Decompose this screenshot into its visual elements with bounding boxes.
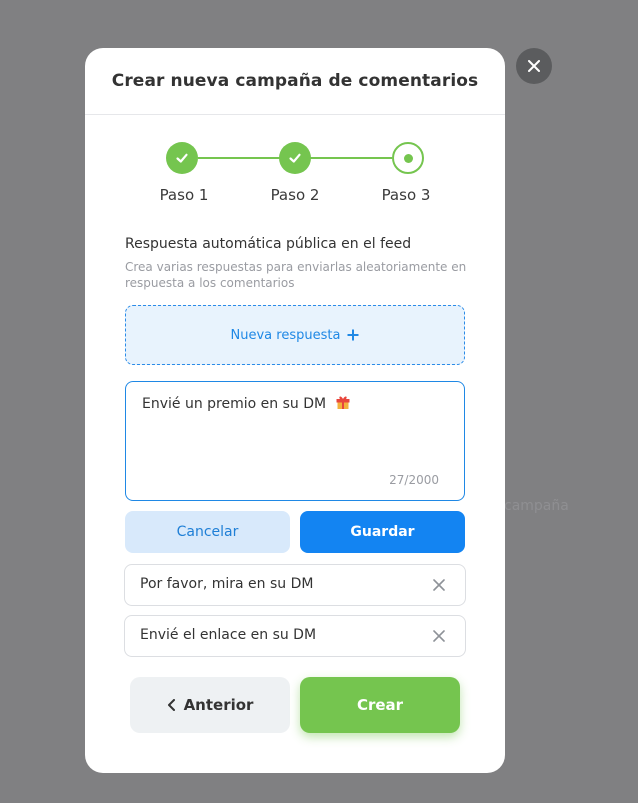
previous-button[interactable]: Anterior: [130, 677, 290, 733]
modal-title: Crear nueva campaña de comentarios: [111, 71, 479, 91]
close-icon: [433, 630, 445, 642]
step-connector-1: [198, 157, 280, 159]
previous-button-label: Anterior: [183, 696, 254, 714]
response-editor-value: Envié un premio en su DM: [142, 396, 327, 412]
chevron-left-icon: [167, 699, 176, 711]
step-1-label: Paso 1: [159, 186, 209, 204]
step-3-label: Paso 3: [381, 186, 431, 204]
step-2-indicator: [279, 142, 311, 174]
step-3-indicator: [392, 142, 424, 174]
create-button[interactable]: Crear: [300, 677, 460, 733]
modal-header: Crear nueva campaña de comentarios: [85, 48, 505, 115]
close-icon: [528, 60, 540, 72]
check-icon: [289, 153, 301, 163]
create-campaign-modal: Crear nueva campaña de comentarios Paso …: [85, 48, 505, 773]
step-connector-2: [310, 157, 392, 159]
response-item-text: Envié el enlace en su DM: [140, 627, 317, 643]
close-icon: [433, 579, 445, 591]
step-2-label: Paso 2: [270, 186, 320, 204]
check-icon: [176, 153, 188, 163]
response-item-text: Por favor, mira en su DM: [140, 576, 314, 592]
background-text: campaña: [504, 498, 569, 514]
response-editor-text[interactable]: Envié un premio en su DM: [142, 394, 351, 414]
response-item: Por favor, mira en su DM: [124, 564, 466, 606]
close-modal-button[interactable]: [516, 48, 552, 84]
remove-response-button[interactable]: [431, 577, 447, 593]
stepper: Paso 1 Paso 2 Paso 3: [85, 140, 505, 210]
step-1-indicator: [166, 142, 198, 174]
new-response-button[interactable]: Nueva respuesta: [125, 305, 465, 365]
section-title: Respuesta automática pública en el feed: [125, 236, 412, 252]
response-item: Envié el enlace en su DM: [124, 615, 466, 657]
current-step-dot-icon: [403, 153, 413, 163]
plus-icon: [347, 329, 359, 341]
remove-response-button[interactable]: [431, 628, 447, 644]
response-editor[interactable]: Envié un premio en su DM 27/2000: [125, 381, 465, 501]
new-response-label: Nueva respuesta: [230, 327, 341, 343]
save-button[interactable]: Guardar: [300, 511, 465, 553]
section-subtitle: Crea varias respuestas para enviarlas al…: [125, 260, 467, 290]
character-counter: 27/2000: [389, 473, 439, 487]
gift-icon: [335, 394, 351, 414]
cancel-button[interactable]: Cancelar: [125, 511, 290, 553]
